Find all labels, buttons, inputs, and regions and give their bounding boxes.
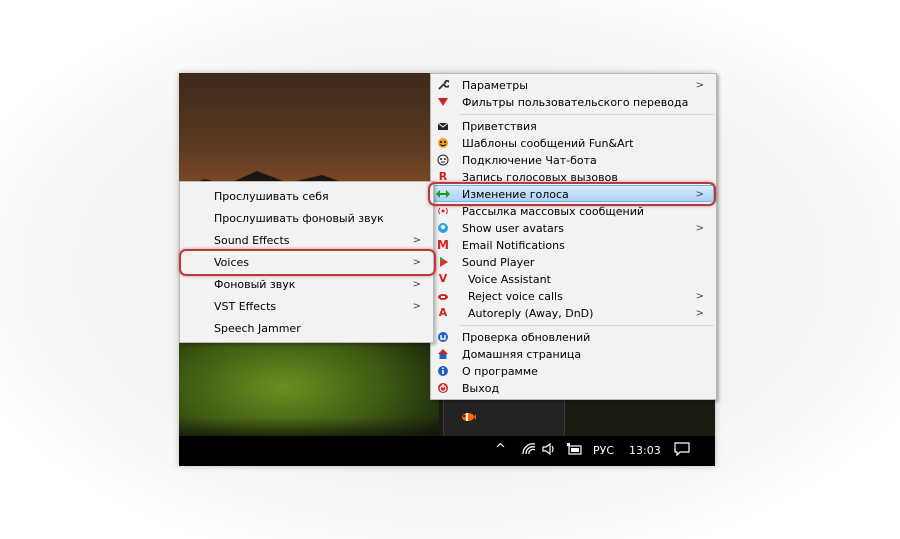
gmail-icon: M — [437, 238, 449, 252]
info-icon — [438, 366, 448, 376]
filter-icon — [438, 98, 448, 106]
highlight-ring-voices — [179, 249, 436, 276]
submenu-arrow-icon: > — [412, 235, 421, 246]
v-letter-icon: V — [438, 272, 448, 285]
menu-item-label: Autoreply (Away, DnD) — [468, 307, 594, 320]
highlight-ring-voice-change — [428, 182, 716, 206]
wrench-icon — [438, 79, 449, 90]
menu-item-email-notifications[interactable]: M Email Notifications — [431, 237, 716, 254]
menu-item-label: Параметры — [462, 79, 528, 92]
menu-item-record-calls[interactable]: R Запись голосовых вызовов — [431, 169, 716, 183]
menu-item-label: Запись голосовых вызовов — [462, 171, 618, 182]
menu-item-label: Прослушивать фоновый звук — [214, 212, 384, 225]
menu-item-label: Sound Effects — [214, 234, 290, 247]
submenu-arrow-icon: > — [695, 291, 704, 302]
avatar-icon — [438, 223, 448, 233]
submenu-item-listen-self[interactable]: Прослушивать себя — [180, 188, 433, 205]
menu-item-label: Домашняя страница — [462, 348, 582, 361]
broadcast-icon — [438, 207, 448, 215]
submenu-arrow-icon: > — [412, 279, 421, 290]
menu-item-templates[interactable]: Шаблоны сообщений Fun&Art — [431, 135, 716, 152]
submenu-arrow-icon: > — [695, 308, 704, 319]
menu-item-parameters[interactable]: Параметры > — [431, 77, 716, 94]
menu-item-label: Фильтры пользовательского перевода — [462, 96, 689, 109]
menu-item-label: Sound Player — [462, 256, 535, 269]
submenu-arrow-icon: > — [695, 223, 704, 234]
submenu-item-vst-effects[interactable]: VST Effects > — [180, 298, 433, 315]
menu-item-reject-calls[interactable]: Reject voice calls > — [431, 288, 716, 305]
submenu-item-sound-effects[interactable]: Sound Effects > — [180, 232, 433, 249]
home-icon — [438, 349, 448, 359]
tray-overflow-popup — [443, 399, 565, 437]
menu-item-label: Voice Assistant — [468, 273, 551, 286]
envelope-icon — [437, 122, 449, 130]
bot-face-icon — [437, 154, 449, 166]
update-icon — [438, 332, 448, 342]
menu-item-greetings[interactable]: Приветствия — [431, 118, 716, 135]
submenu-arrow-icon: > — [695, 80, 704, 91]
menu-item-label: Приветствия — [462, 120, 537, 133]
separator — [459, 114, 714, 115]
menu-item-check-updates[interactable]: Проверка обновлений — [431, 329, 716, 346]
menu-item-homepage[interactable]: Домашняя страница — [431, 346, 716, 363]
clownfish-app-icon[interactable] — [460, 410, 476, 424]
clock[interactable]: 13:03 — [629, 444, 661, 457]
menu-item-label: VST Effects — [214, 300, 277, 313]
separator — [459, 325, 714, 326]
menu-item-label: Email Notifications — [462, 239, 565, 252]
menu-item-exit[interactable]: Выход — [431, 380, 716, 397]
menu-item-sound-player[interactable]: Sound Player — [431, 254, 716, 271]
menu-item-autoreply[interactable]: A Autoreply (Away, DnD) > — [431, 305, 716, 322]
smiley-icon — [438, 138, 448, 148]
menu-item-label: Выход — [462, 382, 500, 395]
play-icon — [440, 257, 448, 267]
submenu-item-background-sound[interactable]: Фоновый звук > — [180, 276, 433, 293]
menu-item-voice-assistant[interactable]: V Voice Assistant — [431, 271, 716, 288]
tray-context-menu: Параметры > Фильтры пользовательского пе… — [430, 73, 717, 400]
record-r-icon: R — [438, 170, 448, 183]
menu-item-show-avatars[interactable]: Show user avatars > — [431, 220, 716, 237]
battery-icon[interactable] — [566, 442, 584, 456]
power-icon — [438, 383, 448, 393]
submenu-arrow-icon: > — [412, 301, 421, 312]
show-hidden-icons-chevron[interactable]: ^ — [495, 442, 506, 457]
wifi-icon[interactable] — [521, 442, 537, 456]
menu-item-label: Прослушивать себя — [214, 190, 329, 203]
menu-item-label: Reject voice calls — [468, 290, 563, 303]
menu-item-label: Проверка обновлений — [462, 331, 591, 344]
language-indicator[interactable]: РУС — [593, 444, 614, 457]
a-letter-icon: A — [438, 306, 448, 319]
menu-item-filters[interactable]: Фильтры пользовательского перевода — [431, 94, 716, 111]
menu-item-label: Фоновый звук — [214, 278, 296, 291]
menu-item-label: Speech Jammer — [214, 322, 301, 335]
volume-icon[interactable] — [541, 442, 557, 456]
action-center-icon[interactable] — [674, 442, 690, 457]
menu-item-about[interactable]: О программе — [431, 363, 716, 380]
submenu-item-speech-jammer[interactable]: Speech Jammer — [180, 320, 433, 337]
submenu-item-listen-background[interactable]: Прослушивать фоновый звук — [180, 210, 433, 227]
reject-call-icon — [438, 294, 448, 300]
menu-item-label: О программе — [462, 365, 538, 378]
menu-item-label: Подключение Чат-бота — [462, 154, 597, 167]
menu-item-chatbot[interactable]: Подключение Чат-бота — [431, 152, 716, 169]
menu-item-label: Шаблоны сообщений Fun&Art — [462, 137, 634, 150]
menu-item-label: Show user avatars — [462, 222, 564, 235]
